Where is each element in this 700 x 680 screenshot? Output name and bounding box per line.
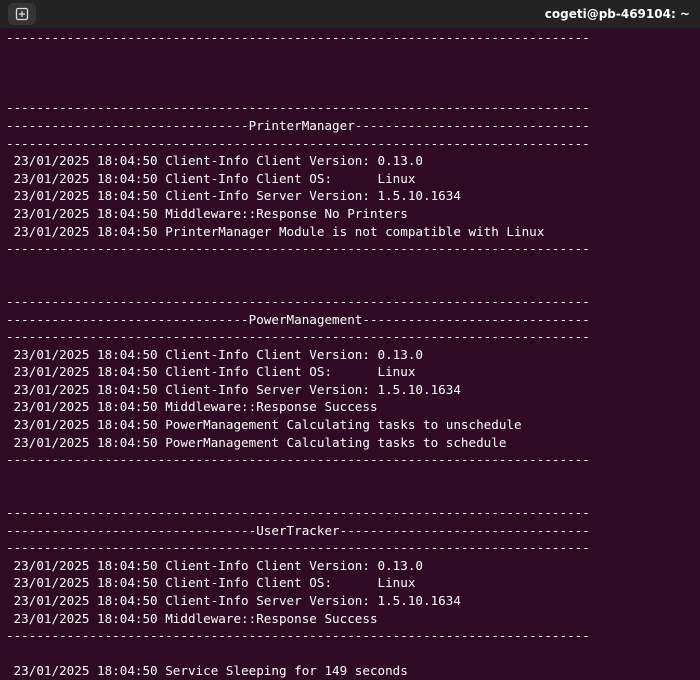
terminal-line: ----------------------------------------…: [6, 539, 700, 557]
terminal-line: [6, 275, 700, 293]
terminal-line: ----------------------------------------…: [6, 135, 700, 153]
terminal-line: 23/01/2025 18:04:50 Client-Info Client V…: [6, 346, 700, 364]
new-tab-button[interactable]: [8, 3, 36, 25]
terminal-line: 23/01/2025 18:04:50 Client-Info Server V…: [6, 381, 700, 399]
terminal-line: 23/01/2025 18:04:50 PowerManagement Calc…: [6, 434, 700, 452]
terminal-line: 23/01/2025 18:04:50 PrinterManager Modul…: [6, 223, 700, 241]
window-title: cogeti@pb-469104: ~: [545, 0, 690, 28]
terminal-line: 23/01/2025 18:04:50 Client-Info Client O…: [6, 574, 700, 592]
terminal-line: 23/01/2025 18:04:50 Client-Info Server V…: [6, 592, 700, 610]
new-tab-icon: [15, 7, 29, 21]
terminal-line: [6, 64, 700, 82]
terminal-line: ----------------------------------------…: [6, 627, 700, 645]
title-bar: cogeti@pb-469104: ~: [0, 0, 700, 29]
terminal-line: ----------------------------------------…: [6, 240, 700, 258]
terminal-line: ----------------------------------------…: [6, 451, 700, 469]
terminal-line: [6, 258, 700, 276]
terminal-line: 23/01/2025 18:04:50 Client-Info Server V…: [6, 187, 700, 205]
terminal-line: [6, 82, 700, 100]
terminal-line: --------------------------------PowerMan…: [6, 311, 700, 329]
terminal-line: [6, 469, 700, 487]
terminal-line: 23/01/2025 18:04:50 Middleware::Response…: [6, 610, 700, 628]
terminal-line: --------------------------------PrinterM…: [6, 117, 700, 135]
terminal-line: ----------------------------------------…: [6, 99, 700, 117]
terminal-line: 23/01/2025 18:04:50 Middleware::Response…: [6, 205, 700, 223]
terminal-line: 23/01/2025 18:04:50 Middleware::Response…: [6, 398, 700, 416]
terminal-line: [6, 645, 700, 663]
terminal-line: ----------------------------------------…: [6, 293, 700, 311]
terminal-line: [6, 47, 700, 65]
terminal-output[interactable]: ----------------------------------------…: [0, 29, 700, 661]
terminal-line: ---------------------------------UserTra…: [6, 522, 700, 540]
terminal-line: 23/01/2025 18:04:50 Client-Info Client O…: [6, 170, 700, 188]
terminal-line: 23/01/2025 18:04:50 Service Sleeping for…: [6, 662, 700, 680]
terminal-line: ----------------------------------------…: [6, 328, 700, 346]
terminal-line: 23/01/2025 18:04:50 PowerManagement Calc…: [6, 416, 700, 434]
terminal-line: [6, 486, 700, 504]
terminal-line: ----------------------------------------…: [6, 504, 700, 522]
terminal-line: 23/01/2025 18:04:50 Client-Info Client O…: [6, 363, 700, 381]
terminal-line: ----------------------------------------…: [6, 29, 700, 47]
terminal-line: 23/01/2025 18:04:50 Client-Info Client V…: [6, 557, 700, 575]
terminal-line: 23/01/2025 18:04:50 Client-Info Client V…: [6, 152, 700, 170]
